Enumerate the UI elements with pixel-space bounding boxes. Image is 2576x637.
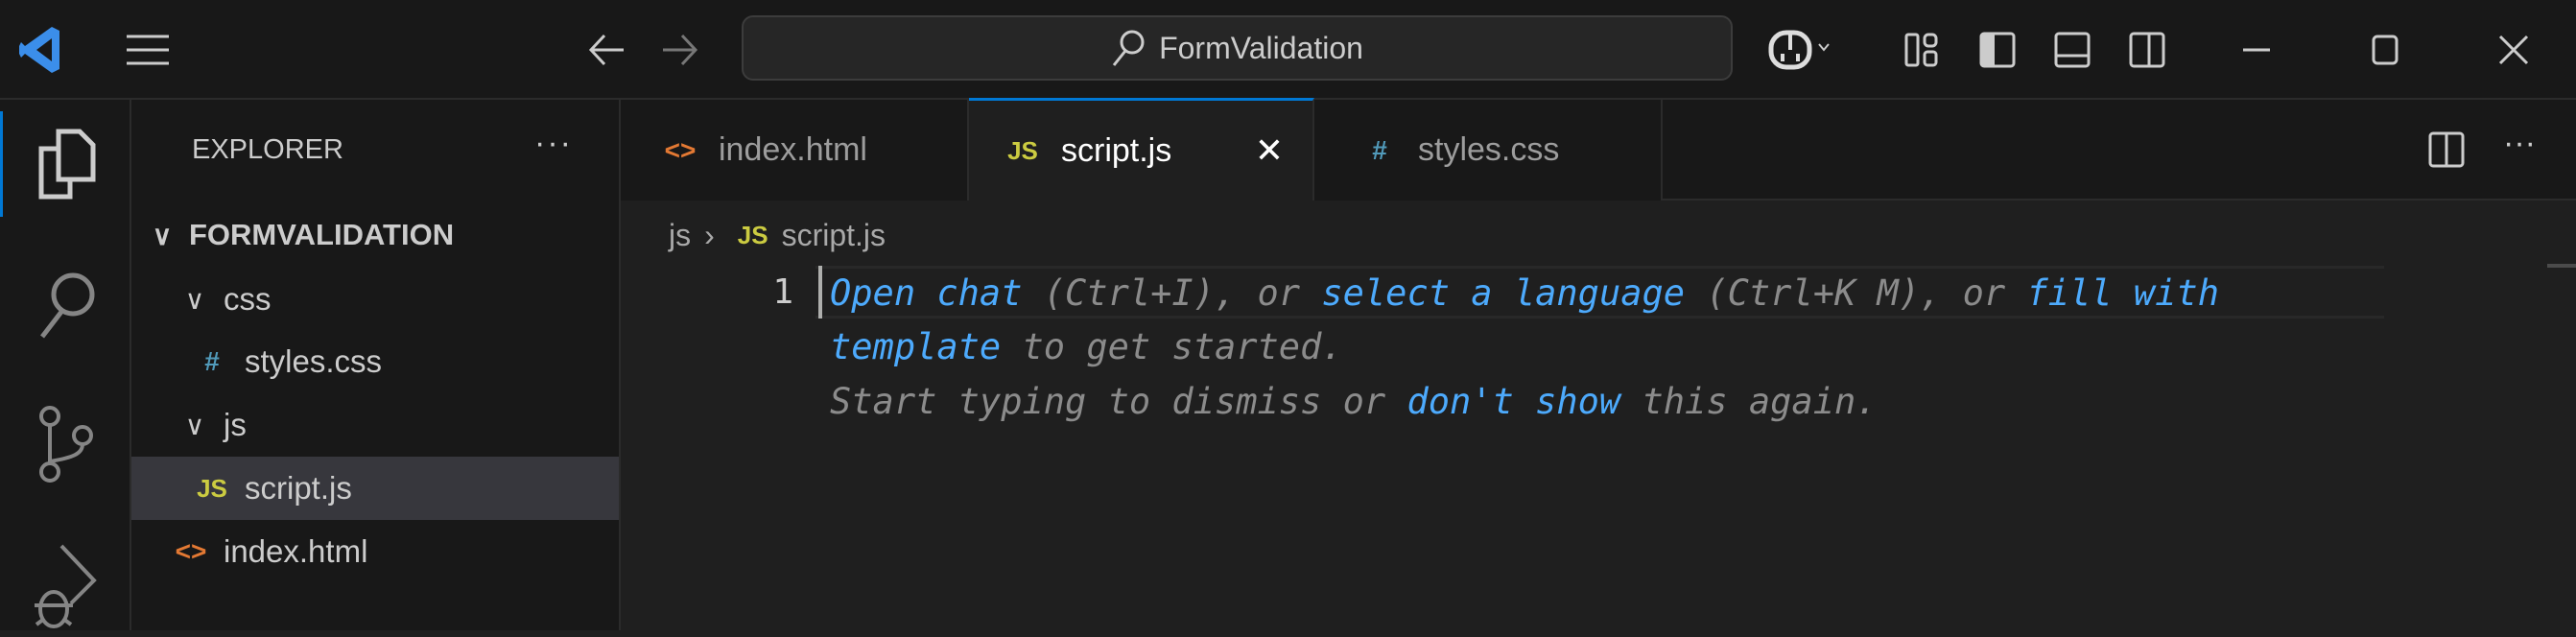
css-file-icon: #: [204, 346, 220, 376]
more-actions-button[interactable]: ···: [534, 125, 573, 162]
hint-text: (Ctrl+K M), or: [1685, 272, 2027, 314]
html-file-icon: <>: [175, 536, 207, 566]
maximize-icon[interactable]: [2362, 27, 2408, 73]
tab-label: styles.css: [1418, 131, 1560, 168]
hint-text: (Ctrl+I), or: [1022, 272, 1322, 314]
chevron-down-icon: ∨: [184, 410, 205, 440]
text-cursor: [818, 266, 822, 318]
minimize-icon[interactable]: [2233, 27, 2280, 73]
search-text: FormValidation: [1159, 30, 1363, 65]
tab-label: index.html: [719, 131, 867, 168]
forward-arrow-icon[interactable]: [657, 27, 703, 73]
activity-bar: [0, 100, 131, 630]
folder-root[interactable]: ∨ FORMVALIDATION: [131, 203, 619, 267]
fill-with-template-link[interactable]: fill with: [2026, 272, 2218, 314]
tree-item-label: css: [224, 281, 272, 317]
explorer-icon[interactable]: [0, 111, 131, 217]
hint-text: Start typing to dismiss or: [830, 381, 1407, 422]
source-control-icon[interactable]: [0, 391, 131, 497]
search-icon[interactable]: [0, 251, 131, 357]
tree-item-script-js[interactable]: JS script.js: [131, 457, 619, 520]
js-file-icon: JS: [1007, 135, 1038, 165]
css-file-icon: #: [1372, 134, 1387, 165]
tab-label: script.js: [1061, 131, 1172, 169]
back-arrow-icon[interactable]: [583, 27, 629, 73]
tree-item-label: index.html: [224, 533, 368, 569]
code-editor[interactable]: 1 Open chat (Ctrl+I), or select a langua…: [621, 201, 2576, 630]
command-center-search[interactable]: FormValidation: [742, 15, 1733, 81]
folder-label: FORMVALIDATION: [189, 218, 455, 251]
tree-item-label: js: [224, 407, 247, 442]
explorer-sidebar: EXPLORER ··· ∨ FORMVALIDATION ∨ css # st…: [131, 100, 621, 630]
tree-item-css-folder[interactable]: ∨ css: [131, 268, 619, 331]
sidebar-title: EXPLORER: [192, 134, 343, 165]
customize-layout-icon[interactable]: [1900, 27, 1946, 73]
tree-item-index-html[interactable]: <> index.html: [131, 520, 619, 583]
close-icon[interactable]: [2491, 27, 2537, 73]
fill-with-template-link-cont[interactable]: template: [830, 326, 1001, 367]
open-chat-link[interactable]: Open chat: [830, 272, 1022, 314]
toggle-primary-sidebar-icon[interactable]: [1974, 27, 2021, 73]
chevron-down-icon: ∨: [184, 284, 205, 315]
tab-script-js[interactable]: JS script.js ✕: [969, 98, 1314, 201]
editor-more-actions-button[interactable]: ···: [2503, 125, 2536, 162]
copilot-icon[interactable]: [1765, 27, 1832, 73]
js-file-icon: JS: [197, 473, 227, 503]
scrollbar[interactable]: [2547, 264, 2576, 268]
tree-item-label: script.js: [245, 470, 352, 506]
hint-text: this again.: [1620, 381, 1878, 422]
line-number: 1: [772, 272, 793, 312]
close-tab-icon[interactable]: ✕: [1255, 130, 1284, 171]
hint-text: to get started.: [1001, 326, 1343, 367]
html-file-icon: <>: [664, 134, 697, 165]
tab-styles-css[interactable]: # styles.css: [1314, 100, 1663, 201]
dont-show-link[interactable]: don't show: [1406, 381, 1620, 422]
tree-item-label: styles.css: [245, 343, 383, 379]
menu-icon[interactable]: [125, 27, 171, 73]
tree-item-js-folder[interactable]: ∨ js: [131, 393, 619, 457]
chevron-down-icon: ∨: [152, 220, 173, 250]
title-bar: FormValidation: [0, 0, 2576, 100]
editor-tabs: <> index.html JS script.js ✕ # styles.cs…: [621, 98, 2576, 201]
tab-index-html[interactable]: <> index.html: [621, 100, 969, 201]
split-editor-icon[interactable]: [2427, 130, 2466, 169]
search-icon: [1111, 29, 1146, 67]
tree-item-styles-css[interactable]: # styles.css: [131, 330, 619, 393]
toggle-secondary-sidebar-icon[interactable]: [2124, 27, 2170, 73]
hint-line-1: Open chat (Ctrl+I), or select a language…: [830, 266, 2219, 320]
vscode-logo-icon: [17, 27, 63, 73]
hint-line-3: Start typing to dismiss or don't show th…: [830, 374, 1878, 429]
run-debug-icon[interactable]: [0, 531, 131, 637]
toggle-panel-icon[interactable]: [2049, 27, 2095, 73]
select-language-link[interactable]: select a language: [1321, 272, 1685, 314]
hint-line-2: template to get started.: [830, 319, 1343, 374]
